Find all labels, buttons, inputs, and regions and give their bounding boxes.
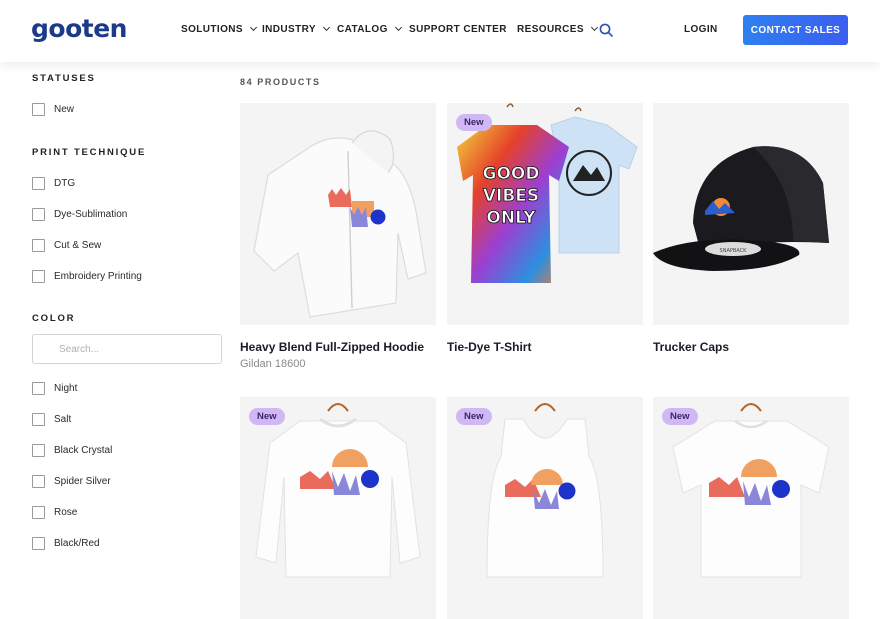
product-image: New	[653, 397, 849, 619]
search-icon[interactable]	[599, 23, 613, 37]
checkbox-label: Rose	[54, 507, 78, 518]
checkbox[interactable]	[32, 270, 45, 283]
color-search-input[interactable]	[32, 334, 222, 364]
filter-cut-sew[interactable]: Cut & Sew	[32, 239, 101, 252]
product-image: New	[447, 397, 643, 619]
sweatshirt-image	[255, 403, 421, 578]
filter-color-black-crystal[interactable]: Black Crystal	[32, 444, 112, 457]
checkbox[interactable]	[32, 506, 45, 519]
contact-sales-button[interactable]: CONTACT SALES	[743, 15, 848, 45]
login-link[interactable]: LOGIN	[684, 24, 718, 35]
new-badge: New	[456, 114, 492, 131]
tie-dye-shirts-image: GOOD VIBES ONLY	[457, 103, 638, 283]
product-image: New	[240, 397, 436, 619]
checkbox[interactable]	[32, 177, 45, 190]
filter-dtg[interactable]: DTG	[32, 177, 75, 190]
checkbox-label: Black/Red	[54, 538, 100, 549]
filter-color-salt[interactable]: Salt	[32, 413, 71, 426]
checkbox[interactable]	[32, 103, 45, 116]
filter-new[interactable]: New	[32, 103, 74, 116]
nav-industry-label: INDUSTRY	[262, 24, 316, 35]
cap-label: SNAPBACK	[720, 248, 748, 254]
product-card-hoodie[interactable]: Heavy Blend Full-Zipped Hoodie Gildan 18…	[240, 103, 436, 370]
checkbox-label: Salt	[54, 414, 72, 425]
checkbox-label: Dye-Sublimation	[54, 209, 128, 220]
checkbox-label: DTG	[54, 178, 76, 189]
product-image	[240, 103, 436, 325]
site-header: gooten SOLUTIONS INDUSTRY CATALOG SUPPOR…	[0, 0, 880, 62]
chevron-down-icon	[394, 23, 402, 32]
checkbox[interactable]	[32, 208, 45, 221]
product-image: New GOOD VIBES ONLY	[447, 103, 643, 325]
color-title: COLOR	[32, 313, 76, 324]
product-card-tie-dye[interactable]: New GOOD VIBES ONLY Tie-Dye T-Shirt	[447, 103, 643, 354]
print-technique-title: PRINT TECHNIQUE	[32, 147, 147, 158]
nav-industry[interactable]: INDUSTRY	[262, 23, 330, 35]
checkbox[interactable]	[32, 475, 45, 488]
filter-color-night[interactable]: Night	[32, 382, 77, 395]
nav-support-center[interactable]: SUPPORT CENTER	[409, 24, 507, 35]
filter-dye-sublimation[interactable]: Dye-Sublimation	[32, 208, 127, 221]
trucker-cap-image: SNAPBACK	[653, 146, 829, 271]
statuses-title: STATUSES	[32, 73, 96, 84]
hoodie-image	[253, 130, 427, 318]
checkbox-label: Black Crystal	[54, 445, 113, 456]
product-card-trucker-caps[interactable]: SNAPBACK Trucker Caps	[653, 103, 849, 354]
product-name[interactable]: Trucker Caps	[653, 340, 849, 354]
checkbox-label: Night	[54, 383, 78, 394]
product-card-5[interactable]: New	[447, 397, 643, 619]
product-card-6[interactable]: New	[653, 397, 849, 619]
checkbox[interactable]	[32, 537, 45, 550]
product-image: SNAPBACK	[653, 103, 849, 325]
tie-dye-text-2: VIBES	[483, 186, 539, 206]
product-card-4[interactable]: New	[240, 397, 436, 619]
chevron-down-icon	[590, 23, 598, 32]
filter-embroidery[interactable]: Embroidery Printing	[32, 270, 142, 283]
checkbox[interactable]	[32, 239, 45, 252]
tie-dye-text-1: GOOD	[483, 164, 540, 184]
nav-resources-label: RESOURCES	[517, 24, 584, 35]
checkbox[interactable]	[32, 413, 45, 426]
filter-color-spider-silver[interactable]: Spider Silver	[32, 475, 111, 488]
nav-catalog-label: CATALOG	[337, 24, 388, 35]
product-brand: Gildan 18600	[240, 358, 306, 370]
nav-resources[interactable]: RESOURCES	[517, 23, 598, 35]
checkbox-label: Cut & Sew	[54, 240, 102, 251]
checkbox-label: Spider Silver	[54, 476, 111, 487]
new-badge: New	[662, 408, 698, 425]
checkbox-label: New	[54, 104, 75, 115]
nav-solutions[interactable]: SOLUTIONS	[181, 23, 257, 35]
chevron-down-icon	[322, 23, 330, 32]
checkbox[interactable]	[32, 382, 45, 395]
chevron-down-icon	[249, 23, 257, 32]
nav-support-label: SUPPORT CENTER	[409, 24, 507, 35]
checkbox-label: Embroidery Printing	[54, 271, 142, 282]
product-name[interactable]: Tie-Dye T-Shirt	[447, 340, 643, 354]
filter-color-black-red[interactable]: Black/Red	[32, 537, 100, 550]
filter-color-rose[interactable]: Rose	[32, 506, 77, 519]
new-badge: New	[456, 408, 492, 425]
t-shirt-image	[672, 403, 830, 578]
checkbox[interactable]	[32, 444, 45, 457]
nav-catalog[interactable]: CATALOG	[337, 23, 402, 35]
nav-solutions-label: SOLUTIONS	[181, 24, 243, 35]
product-name[interactable]: Heavy Blend Full-Zipped Hoodie	[240, 340, 436, 354]
gooten-logo[interactable]: gooten	[31, 14, 127, 43]
product-count: 84 PRODUCTS	[240, 77, 321, 87]
new-badge: New	[249, 408, 285, 425]
tie-dye-text-3: ONLY	[486, 208, 536, 228]
tank-top-image	[486, 403, 604, 578]
